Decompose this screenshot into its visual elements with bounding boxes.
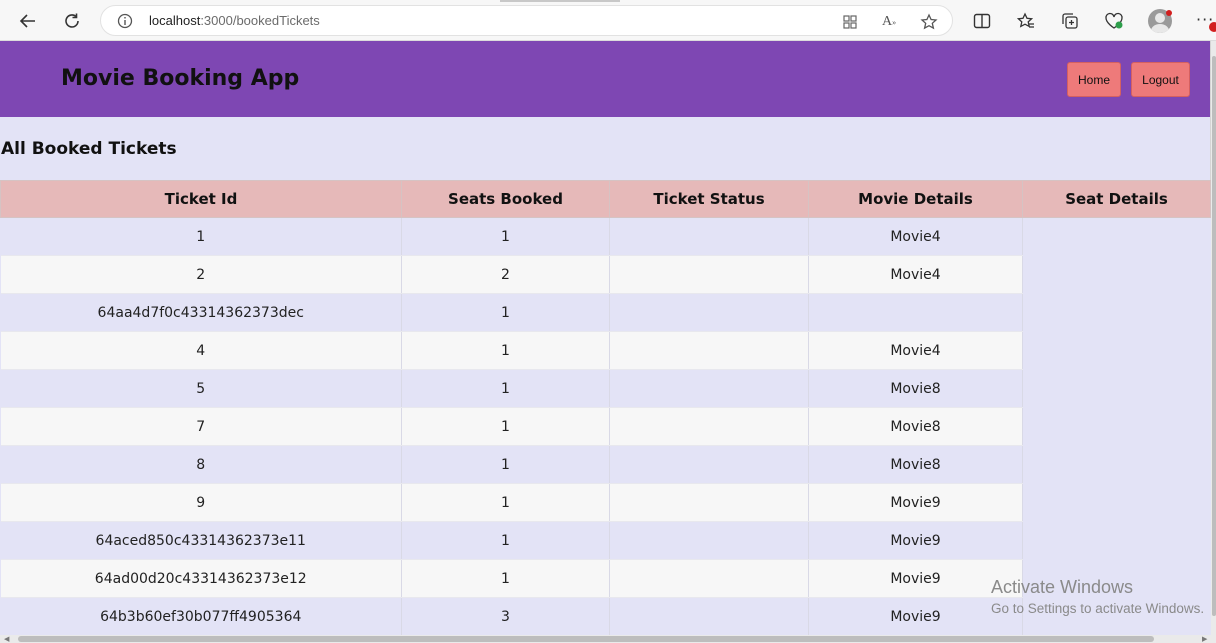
seats-booked-cell: 1 [401,559,610,598]
browser-essentials-icon[interactable] [1099,6,1129,36]
url-text[interactable]: localhost:3000/bookedTickets [149,13,320,28]
column-header-seat-details: Seat Details [1022,180,1211,218]
table-header-row: Ticket Id Seats Booked Ticket Status Mov… [0,180,1211,218]
address-bar[interactable]: localhost:3000/bookedTickets A» [100,5,953,36]
notification-badge [1209,22,1216,32]
ticket-status-cell [609,445,809,484]
ticket-id-cell: 64b3b60ef30b077ff4905364 [0,597,402,636]
ticket-status-cell [609,597,809,636]
logout-button[interactable]: Logout [1131,62,1190,97]
seats-booked-cell: 1 [401,407,610,446]
scroll-right-icon[interactable]: ▶ [1202,635,1207,643]
watermark-subtitle: Go to Settings to activate Windows. [991,601,1205,616]
seats-booked-cell: 1 [401,483,610,522]
favorite-star-icon[interactable] [919,12,939,32]
info-icon[interactable] [117,13,133,33]
column-header-seats-booked: Seats Booked [401,180,610,218]
column-header-ticket-status: Ticket Status [609,180,809,218]
home-button[interactable]: Home [1067,62,1121,97]
movie-details-cell: Movie8 [808,369,1023,408]
profile-notification-dot [1166,10,1172,16]
ticket-status-cell [609,255,809,294]
movie-details-cell: Movie4 [808,331,1023,370]
seats-booked-cell: 1 [401,217,610,256]
ticket-status-cell [609,293,809,332]
ticket-id-cell: 2 [0,255,402,294]
ticket-status-cell [609,521,809,560]
url-host: localhost [149,13,201,28]
movie-details-cell: Movie4 [808,217,1023,256]
back-arrow-icon[interactable] [13,6,43,36]
ticket-id-cell: 7 [0,407,402,446]
horizontal-scrollbar-thumb[interactable] [18,636,1154,642]
page-title: All Booked Tickets [1,139,177,159]
split-screen-icon[interactable] [967,6,997,36]
ticket-id-cell: 5 [0,369,402,408]
watermark-title: Activate Windows [991,577,1134,597]
movie-details-cell: Movie8 [808,445,1023,484]
refresh-icon[interactable] [57,6,87,36]
horizontal-scrollbar[interactable]: ◀ ▶ [0,635,1216,643]
ticket-status-cell [609,559,809,598]
collections-icon[interactable] [1055,6,1085,36]
seats-booked-cell: 1 [401,521,610,560]
seats-booked-cell: 1 [401,369,610,408]
ticket-id-cell: 8 [0,445,402,484]
movie-details-cell: Movie9 [808,483,1023,522]
ticket-status-cell [609,407,809,446]
ticket-status-cell [609,483,809,522]
movie-details-cell: Movie9 [808,521,1023,560]
app-header: Movie Booking App Home Logout [0,41,1210,117]
scroll-left-icon[interactable]: ◀ [4,635,9,643]
ticket-id-cell: 64aa4d7f0c43314362373dec [0,293,402,332]
ticket-status-cell [609,331,809,370]
seat-details-cell [1022,217,1211,636]
seats-booked-cell: 3 [401,597,610,636]
movie-details-cell: Movie8 [808,407,1023,446]
app-title: Movie Booking App [61,66,300,91]
ticket-id-cell: 64aced850c43314362373e11 [0,521,402,560]
tab-indicator [500,0,620,2]
windows-activation-watermark: Activate Windows Go to Settings to activ… [991,577,1204,616]
ticket-status-cell [609,217,809,256]
browser-toolbar: localhost:3000/bookedTickets A» ··· [0,0,1216,41]
ticket-id-cell: 4 [0,331,402,370]
vertical-scrollbar-thumb[interactable] [1212,56,1216,616]
ticket-id-cell: 9 [0,483,402,522]
movie-details-cell: Movie4 [808,255,1023,294]
movie-details-cell [808,293,1023,332]
app-grid-icon[interactable] [840,12,860,32]
seats-booked-cell: 2 [401,255,610,294]
column-header-ticket-id: Ticket Id [0,180,402,218]
favorites-icon[interactable] [1011,6,1041,36]
read-aloud-icon[interactable]: A» [879,12,899,32]
seats-booked-cell: 1 [401,293,610,332]
booked-tickets-table: Ticket Id Seats Booked Ticket Status Mov… [0,180,1211,636]
url-path: :3000/bookedTickets [200,13,320,28]
ticket-id-cell: 64ad00d20c43314362373e12 [0,559,402,598]
seats-booked-cell: 1 [401,331,610,370]
ticket-status-cell [609,369,809,408]
table-row: 1 1 Movie4 [0,217,1211,636]
ticket-id-cell: 1 [0,217,402,256]
column-header-movie-details: Movie Details [808,180,1023,218]
seats-booked-cell: 1 [401,445,610,484]
